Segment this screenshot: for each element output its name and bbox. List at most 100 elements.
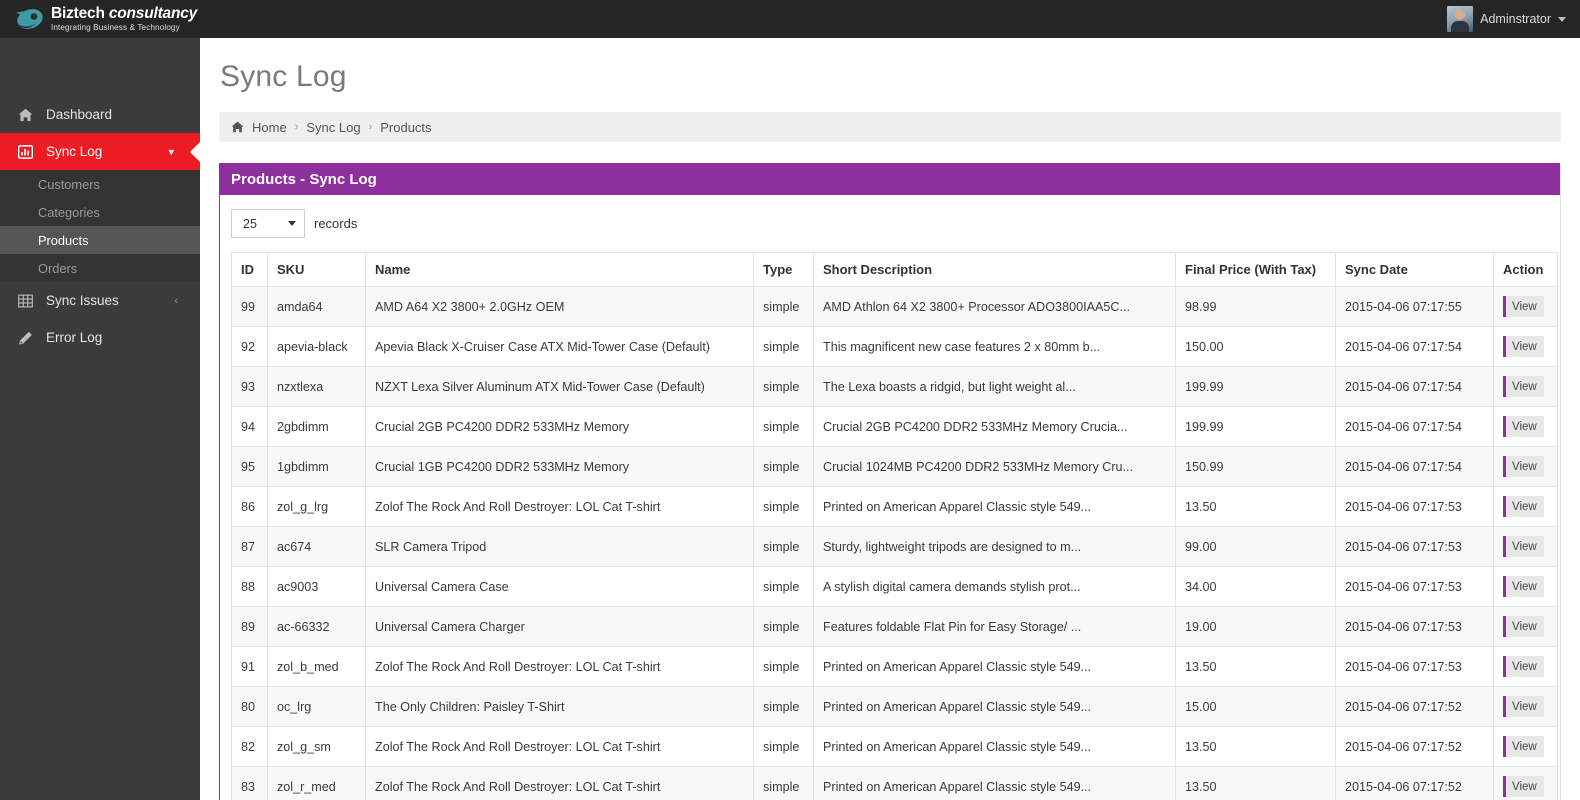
sidebar-item-sync-log[interactable]: Sync Log ▾ [0,133,201,170]
view-button[interactable]: View [1503,776,1544,797]
cell-id: 95 [231,446,268,487]
sidebar-item-label: Sync Issues [46,293,119,308]
sidebar-subitem-orders[interactable]: Orders [0,254,200,282]
cell-id: 94 [231,406,268,447]
cell-short-description: Crucial 2GB PC4200 DDR2 533MHz Memory Cr… [813,406,1176,447]
cell-sku: ac9003 [267,566,366,607]
page-title: Sync Log [220,60,347,93]
view-button[interactable]: View [1503,416,1544,437]
cell-name: Crucial 1GB PC4200 DDR2 533MHz Memory [365,446,754,487]
cell-sync-date: 2015-04-06 07:17:52 [1335,726,1494,767]
cell-id: 80 [231,686,268,727]
cell-sync-date: 2015-04-06 07:17:54 [1335,446,1494,487]
sidebar-item-dashboard[interactable]: Dashboard [0,96,200,133]
swoosh-logo-icon [14,6,44,32]
cell-action: View [1493,766,1558,800]
view-button[interactable]: View [1503,456,1544,477]
cell-name: Universal Camera Case [365,566,754,607]
view-button[interactable]: View [1503,336,1544,357]
cell-sku: oc_lrg [267,686,366,727]
cell-sku: amda64 [267,286,366,327]
user-menu[interactable]: Adminstrator [1447,0,1566,38]
view-button[interactable]: View [1503,616,1544,637]
records-per-page-value: 25 [243,216,257,231]
cell-final-price: 15.00 [1175,686,1336,727]
cell-action: View [1493,326,1558,367]
cell-sku: zol_g_sm [267,726,366,767]
breadcrumb-item-sync-log[interactable]: Sync Log [306,120,360,135]
cell-type: simple [753,366,814,407]
cell-short-description: Printed on American Apparel Classic styl… [813,486,1176,527]
cell-id: 86 [231,486,268,527]
table-row: 80 oc_lrg The Only Children: Paisley T-Shi… [231,686,1558,727]
cell-action: View [1493,366,1558,407]
view-button[interactable]: View [1503,696,1544,717]
breadcrumb-item-home[interactable]: Home [252,120,287,135]
sidebar-subitem-label: Customers [38,176,100,192]
cell-id: 99 [231,286,268,327]
cell-short-description: Printed on American Apparel Classic styl… [813,686,1176,727]
table-row: 82 zol_g_sm Zolof The Rock And Roll Destro… [231,726,1558,767]
view-button[interactable]: View [1503,736,1544,757]
column-header-name[interactable]: Name [365,252,754,287]
cell-sync-date: 2015-04-06 07:17:53 [1335,566,1494,607]
cell-short-description: Crucial 1024MB PC4200 DDR2 533MHz Memory… [813,446,1176,487]
cell-action: View [1493,726,1558,767]
cell-name: AMD A64 X2 3800+ 2.0GHz OEM [365,286,754,327]
cell-sku: zol_r_med [267,766,366,800]
chevron-down-icon[interactable]: ▾ [168,145,174,158]
sidebar-subitem-products[interactable]: Products [0,226,200,254]
view-button[interactable]: View [1503,536,1544,557]
cell-short-description: A stylish digital camera demands stylish… [813,566,1176,607]
cell-short-description: Printed on American Apparel Classic styl… [813,726,1176,767]
breadcrumb-separator: › [368,121,373,133]
cell-type: simple [753,486,814,527]
sidebar-item-label: Dashboard [46,107,113,122]
cell-name: NZXT Lexa Silver Aluminum ATX Mid-Tower … [365,366,754,407]
column-header-type[interactable]: Type [753,252,814,287]
view-button[interactable]: View [1503,496,1544,517]
table-row: 88 ac9003 Universal Camera Case simple A sty… [231,566,1558,607]
brand-logo[interactable]: Biztech consultancy Integrating Business… [0,0,200,38]
sidebar-subitem-categories[interactable]: Categories [0,198,200,226]
breadcrumb: Home › Sync Log › Products [219,112,1561,142]
chevron-left-icon[interactable]: ‹ [174,295,178,307]
column-header-short-description[interactable]: Short Description [813,252,1176,287]
sidebar-item-sync-issues[interactable]: Sync Issues ‹ [0,282,200,319]
chevron-down-icon[interactable] [1558,16,1566,22]
column-header-final-price[interactable]: Final Price (With Tax) [1175,252,1336,287]
column-header-sync-date[interactable]: Sync Date [1335,252,1494,287]
active-item-pointer [190,140,201,163]
table-grid-icon [18,294,40,308]
sidebar-subitem-label: Orders [38,260,78,276]
cell-final-price: 98.99 [1175,286,1336,327]
sidebar-subitem-customers[interactable]: Customers [0,170,200,198]
view-button[interactable]: View [1503,296,1544,317]
cell-action: View [1493,686,1558,727]
cell-short-description: Printed on American Apparel Classic styl… [813,646,1176,687]
cell-action: View [1493,286,1558,327]
cell-sku: 2gbdimm [267,406,366,447]
column-header-sku[interactable]: SKU [267,252,366,287]
cell-action: View [1493,566,1558,607]
cell-sync-date: 2015-04-06 07:17:52 [1335,686,1494,727]
cell-final-price: 34.00 [1175,566,1336,607]
cell-sku: ac-66332 [267,606,366,647]
column-header-id[interactable]: ID [231,252,268,287]
cell-sync-date: 2015-04-06 07:17:52 [1335,766,1494,800]
cell-id: 93 [231,366,268,407]
sidebar-subitem-label: Categories [38,204,100,220]
breadcrumb-item-products: Products [380,119,432,135]
view-button[interactable]: View [1503,656,1544,677]
table-header-row: ID SKU Name Type Short Description Final… [231,252,1558,287]
records-per-page-select[interactable]: 25 [231,209,305,238]
sync-log-table-body: 99 amda64 AMD A64 X2 3800+ 2.0GHz OEM simpl… [231,286,1558,800]
cell-type: simple [753,326,814,367]
view-button[interactable]: View [1503,376,1544,397]
sidebar-item-error-log[interactable]: Error Log [0,319,200,356]
table-row: 95 1gbdimm Crucial 1GB PC4200 DDR2 533MHz … [231,446,1558,487]
view-button[interactable]: View [1503,576,1544,597]
table-row: 87 ac674 SLR Camera Tripod simple Sturdy, li… [231,526,1558,567]
cell-action: View [1493,406,1558,447]
bar-chart-icon [18,144,40,159]
